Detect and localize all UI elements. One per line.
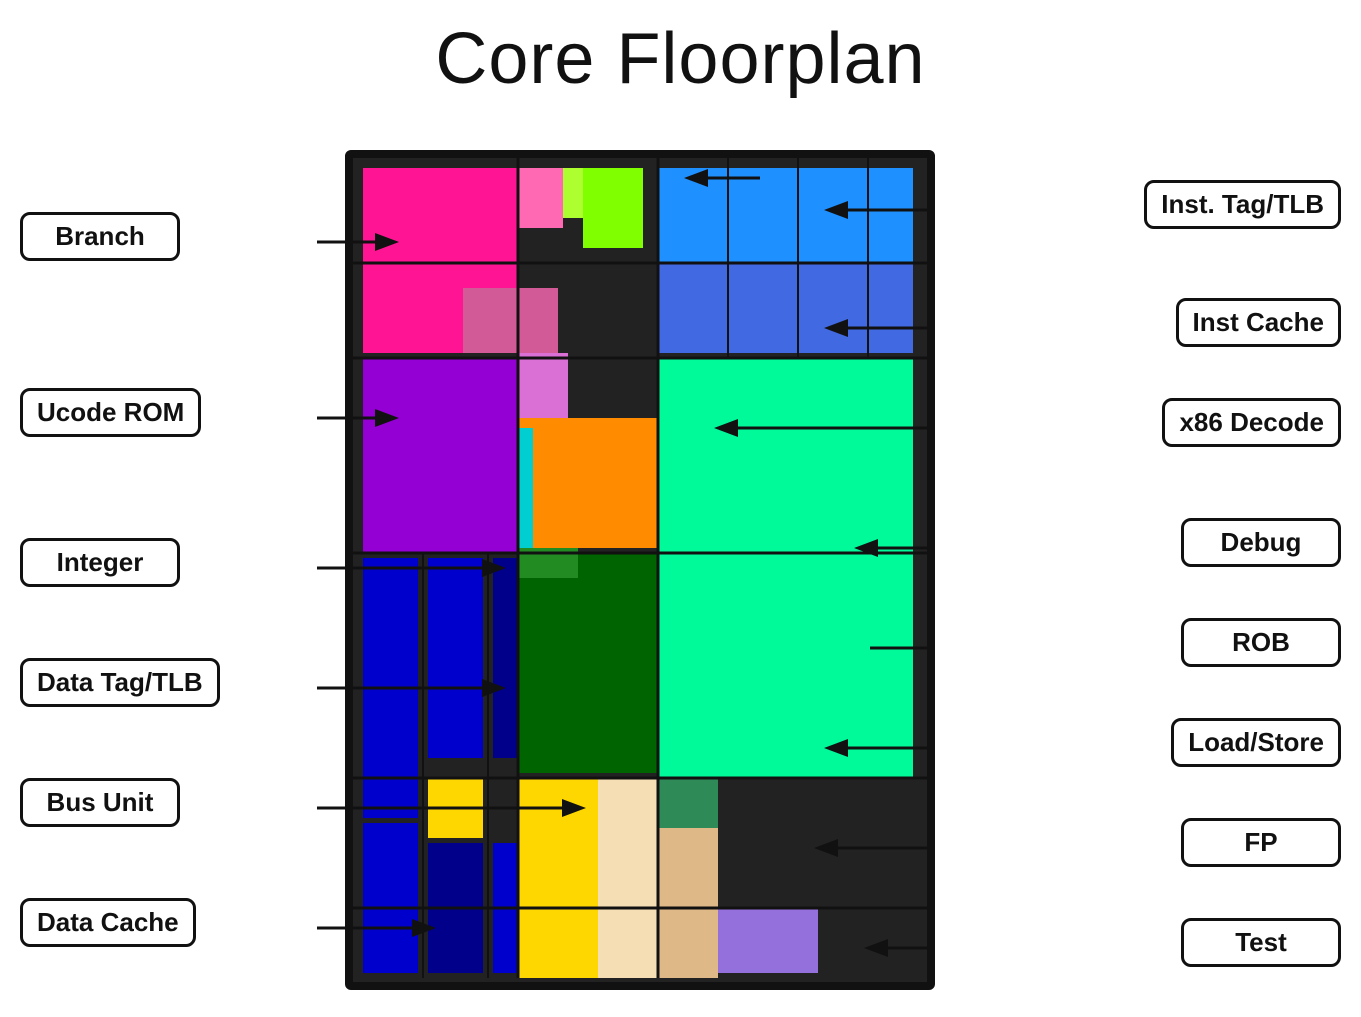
label-data-cache: Data Cache xyxy=(20,898,196,947)
label-x86-decode: x86 Decode xyxy=(1162,398,1341,447)
label-data-tag-tlb: Data Tag/TLB xyxy=(20,658,220,707)
label-ucode-rom: Ucode ROM xyxy=(20,388,201,437)
label-inst-cache: Inst Cache xyxy=(1176,298,1342,347)
label-debug: Debug xyxy=(1181,518,1341,567)
label-bus-unit: Bus Unit xyxy=(20,778,180,827)
chip-floorplan xyxy=(345,150,935,990)
label-integer: Integer xyxy=(20,538,180,587)
label-load-store: Load/Store xyxy=(1171,718,1341,767)
label-rob: ROB xyxy=(1181,618,1341,667)
label-fp: FP xyxy=(1181,818,1341,867)
page-title: Core Floorplan xyxy=(0,0,1361,100)
label-branch: Branch xyxy=(20,212,180,261)
label-test: Test xyxy=(1181,918,1341,967)
grid-lines xyxy=(353,158,927,982)
diagram-container: Branch Ucode ROM Integer Data Tag/TLB Bu… xyxy=(0,120,1361,1017)
label-inst-tag-tlb: Inst. Tag/TLB xyxy=(1144,180,1341,229)
